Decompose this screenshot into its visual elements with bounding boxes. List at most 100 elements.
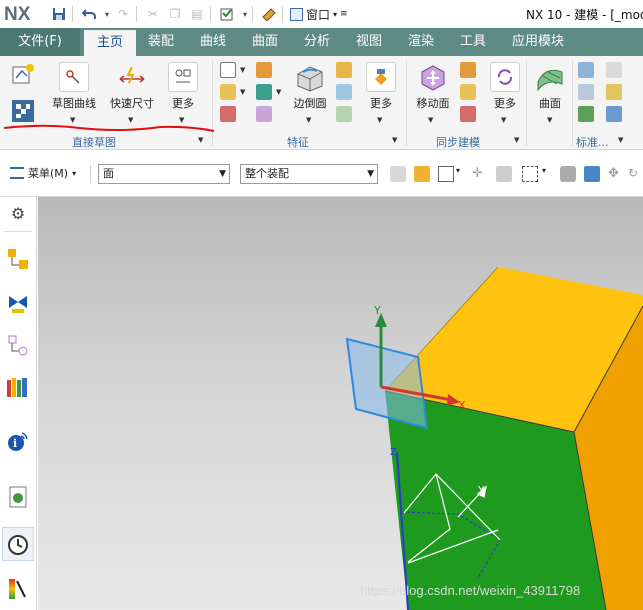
- quick-pick-icon[interactable]: [496, 166, 512, 182]
- delete-face-icon[interactable]: [460, 106, 476, 122]
- red-underline-annotation: [3, 124, 215, 132]
- pattern-icon[interactable]: [220, 106, 236, 122]
- undo-icon[interactable]: [80, 5, 98, 23]
- hole-icon[interactable]: [256, 62, 272, 78]
- box-select-dropdown-icon[interactable]: ▾: [542, 166, 550, 182]
- layer-icon[interactable]: [578, 84, 594, 100]
- window-title: NX 10 - 建模 - [_mod: [526, 8, 643, 22]
- offset-region-icon[interactable]: [460, 84, 476, 100]
- tab-tools[interactable]: 工具: [450, 28, 496, 56]
- pan-icon[interactable]: ✥: [608, 166, 624, 182]
- select-filter-icon[interactable]: [414, 166, 430, 182]
- shell-icon[interactable]: [256, 106, 272, 122]
- sketch-icon[interactable]: [10, 62, 36, 88]
- tab-analysis[interactable]: 分析: [294, 28, 340, 56]
- orient-view-icon[interactable]: [584, 166, 600, 182]
- surface-dropdown-icon[interactable]: ▼: [547, 116, 552, 124]
- chamfer-icon[interactable]: [336, 62, 352, 78]
- tab-render[interactable]: 渲染: [398, 28, 444, 56]
- revolve-dropdown-icon[interactable]: ▼: [240, 88, 245, 96]
- copy-icon[interactable]: ❐: [166, 5, 184, 23]
- sync-modeling-group-dropdown-icon[interactable]: ▼: [514, 136, 519, 144]
- customize-icon[interactable]: ≡: [340, 9, 348, 19]
- clock-icon[interactable]: [6, 533, 30, 557]
- z-axis-label: Z: [390, 447, 397, 458]
- edge-blend-dropdown-icon[interactable]: ▼: [306, 116, 311, 124]
- point-icon[interactable]: ✛: [472, 166, 488, 182]
- web-browser-icon[interactable]: i: [6, 429, 30, 453]
- tab-view[interactable]: 视图: [346, 28, 392, 56]
- rapid-dimension-label: 快速尺寸: [110, 97, 154, 110]
- boolean-icon[interactable]: [256, 84, 272, 100]
- repeat-command-icon[interactable]: [218, 5, 236, 23]
- selection-scope-value: 整个装配: [245, 167, 289, 180]
- title-bar: NX ▾ ↷ ✂ ❐ ▤ ▾ 窗口 ▾ ≡ NX 10 - 建模 - [_mod: [0, 0, 643, 28]
- assembly-navigator-icon[interactable]: [6, 247, 30, 271]
- tab-assembly[interactable]: 装配: [138, 28, 184, 56]
- tab-applications[interactable]: 应用模块: [504, 28, 572, 56]
- redo-icon[interactable]: ↷: [114, 5, 132, 23]
- draft-icon[interactable]: [336, 84, 352, 100]
- feature-group-dropdown-icon[interactable]: ▼: [392, 136, 397, 144]
- gear-icon[interactable]: ⚙: [6, 201, 30, 225]
- spline-icon[interactable]: [578, 62, 594, 78]
- pull-face-icon[interactable]: [460, 62, 476, 78]
- revolve-icon[interactable]: [220, 84, 236, 100]
- window-menu-label: 窗口: [306, 7, 331, 22]
- window-menu[interactable]: 窗口 ▾ ≡: [290, 5, 348, 23]
- tab-home[interactable]: 主页: [84, 30, 136, 56]
- move-face-button[interactable]: 移动面 ▼: [412, 62, 454, 124]
- snap-point-icon[interactable]: [438, 166, 454, 182]
- cut-icon[interactable]: ✂: [144, 5, 162, 23]
- paste-icon[interactable]: ▤: [188, 5, 206, 23]
- datum-plane[interactable]: [345, 337, 429, 430]
- sketch-curve-button[interactable]: 草图曲线 ▼: [48, 62, 100, 124]
- move-face-icon: [418, 62, 448, 92]
- snap-dropdown-icon[interactable]: ▾: [456, 166, 464, 182]
- more-sync-icon: [490, 62, 520, 92]
- select-feature-icon[interactable]: [390, 166, 406, 182]
- direct-sketch-group-label: 直接草图: [72, 136, 116, 149]
- boolean-dropdown-icon[interactable]: ▼: [276, 88, 281, 96]
- touch-mode-icon[interactable]: [260, 5, 278, 23]
- part-navigator-icon[interactable]: [6, 333, 30, 357]
- extrude-dropdown-icon[interactable]: ▼: [240, 66, 245, 74]
- rapid-dimension-button[interactable]: 快速尺寸 ▼: [104, 62, 160, 124]
- shaded-icon[interactable]: [560, 166, 576, 182]
- tab-file[interactable]: 文件(F): [0, 28, 80, 56]
- surface-button[interactable]: 曲面 ▼: [530, 62, 570, 124]
- tab-curve[interactable]: 曲线: [190, 28, 236, 56]
- edge-blend-button[interactable]: 边倒圆 ▼: [288, 62, 332, 124]
- more-feature-button[interactable]: 更多 ▼: [362, 62, 400, 124]
- more-sketch-button[interactable]: 更多 ▼: [164, 62, 202, 124]
- measure-icon[interactable]: [606, 84, 622, 100]
- trim-body-icon[interactable]: [336, 106, 352, 122]
- save-icon[interactable]: [50, 5, 68, 23]
- constraint-navigator-icon[interactable]: [6, 291, 30, 315]
- standard-group-dropdown-icon[interactable]: ▼: [618, 136, 623, 144]
- move-object-icon[interactable]: [578, 106, 594, 122]
- sync-modeling-group-label: 同步建模: [436, 136, 480, 149]
- more-sketch-label: 更多: [172, 97, 194, 110]
- standard-group-label: 标准...: [576, 136, 609, 149]
- extrude-icon[interactable]: [220, 62, 236, 78]
- more-sync-button[interactable]: 更多 ▼: [486, 62, 524, 124]
- reuse-library-icon[interactable]: [6, 375, 30, 399]
- more-sync-dropdown-icon[interactable]: ▼: [501, 116, 506, 124]
- history-palette-icon[interactable]: [6, 485, 30, 509]
- hide-show-icon[interactable]: [606, 106, 622, 122]
- sketch-curve-label: 草图曲线: [52, 97, 96, 110]
- rotate-icon[interactable]: ↻: [628, 166, 643, 182]
- selection-filter-dropdown[interactable]: 面 ▼: [98, 164, 230, 184]
- move-face-dropdown-icon[interactable]: ▼: [428, 116, 433, 124]
- direct-sketch-group-dropdown-icon[interactable]: ▼: [198, 136, 203, 144]
- box-select-icon[interactable]: [522, 166, 538, 182]
- window-icon: [290, 7, 303, 21]
- datum-icon[interactable]: [606, 62, 622, 78]
- roles-icon[interactable]: [6, 577, 30, 601]
- more-feature-dropdown-icon[interactable]: ▼: [377, 116, 382, 124]
- menu-button[interactable]: 菜单(M) ▾: [10, 165, 76, 181]
- graphics-window[interactable]: Y X Z Y https://blog.csdn.net/weixin_439…: [38, 197, 643, 610]
- tab-surface[interactable]: 曲面: [242, 28, 288, 56]
- selection-scope-dropdown[interactable]: 整个装配 ▼: [240, 164, 378, 184]
